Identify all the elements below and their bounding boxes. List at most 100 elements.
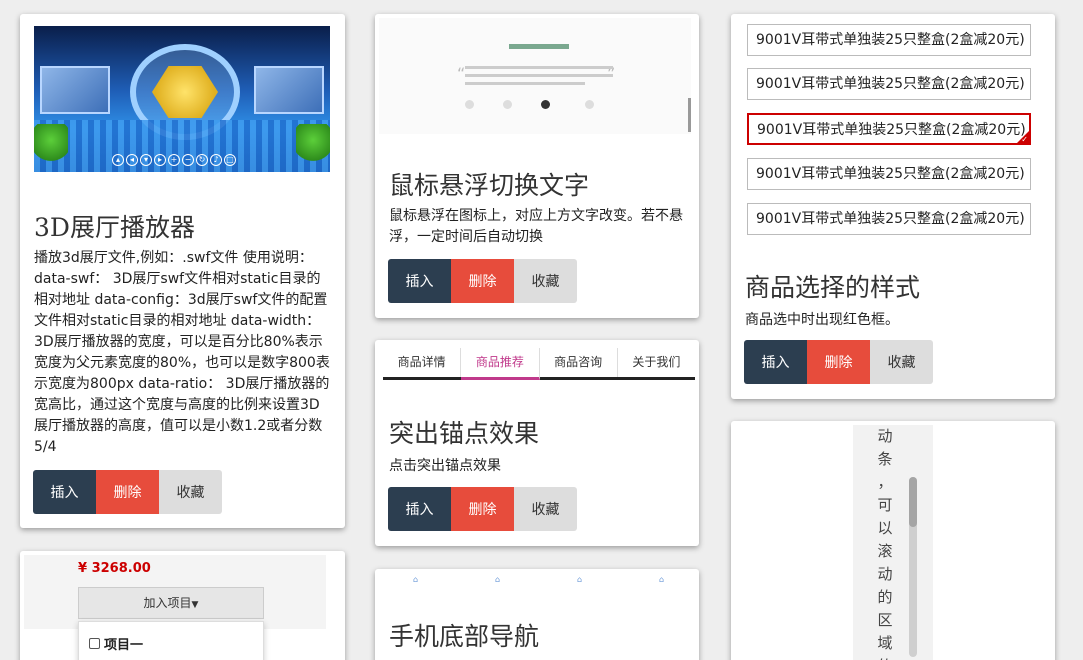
- hall-screen-right: [254, 66, 324, 114]
- card-description: 点击突出锚点效果: [389, 458, 501, 474]
- card-price-dropdown: ¥ 3268.00 加入项目▼ 项目一: [20, 551, 345, 660]
- plant-left: [34, 124, 68, 164]
- nav-category-icon[interactable]: ⌂: [495, 575, 500, 584]
- scroll-char: 滚: [877, 542, 893, 560]
- testimonial-preview[interactable]: “ ”: [379, 18, 691, 134]
- favorite-button[interactable]: 收藏: [870, 340, 933, 384]
- menu-item[interactable]: 项目一: [89, 634, 143, 653]
- option-label: 9001V耳带式单独装25只整盒(2盒减20元): [756, 166, 1025, 182]
- scroll-char: 动: [877, 427, 893, 445]
- scrollbar-thumb[interactable]: [909, 477, 917, 527]
- option-label: 9001V耳带式单独装25只整盒(2盒减20元): [756, 76, 1025, 92]
- fullscreen-icon[interactable]: □: [224, 154, 236, 166]
- insert-button[interactable]: 插入: [388, 487, 451, 531]
- avatar[interactable]: [541, 100, 550, 109]
- insert-button[interactable]: 插入: [744, 340, 807, 384]
- delete-button[interactable]: 删除: [96, 470, 159, 514]
- tab-product-inquiry[interactable]: 商品咨询: [540, 348, 618, 377]
- nav-preview: ⌂ ⌂ ⌂ ⌂: [379, 573, 695, 589]
- product-option[interactable]: 9001V耳带式单独装25只整盒(2盒减20元): [747, 68, 1031, 100]
- avatar[interactable]: [465, 100, 474, 109]
- scroll-char: 动: [877, 565, 893, 583]
- tab-product-recommend[interactable]: 商品推荐: [461, 348, 540, 380]
- scroll-char: 的: [875, 655, 895, 660]
- card-title: 3D展厅播放器: [34, 213, 195, 242]
- tab-product-detail[interactable]: 商品详情: [383, 348, 462, 377]
- action-button-group: 插入 删除 收藏: [744, 340, 933, 384]
- dropdown-menu: 项目一: [78, 621, 264, 660]
- card-anchor-highlight: 商品详情 商品推荐 商品咨询 关于我们 突出锚点效果 点击突出锚点效果 插入 删…: [375, 340, 699, 546]
- delete-button[interactable]: 删除: [451, 487, 514, 531]
- nav-home-icon[interactable]: ⌂: [413, 575, 418, 584]
- sound-icon[interactable]: ♪: [210, 154, 222, 166]
- card-vertical-scroll: 动条，可以滚动的区域的: [731, 421, 1055, 660]
- card-description: 商品选中时出现红色框。: [745, 312, 899, 328]
- hall-preview-image[interactable]: ▴ ◂ ▾ ▸ + − ↻ ♪ □: [34, 26, 330, 172]
- scroll-char: 条: [877, 450, 893, 468]
- tab-about-us[interactable]: 关于我们: [618, 348, 695, 377]
- preview-heading: [509, 44, 569, 49]
- card-hover-switch: “ ” 鼠标悬浮切换文字 鼠标悬浮在图标上，对应上方文字改变。若不悬浮，一定时间…: [375, 14, 699, 318]
- card-description: 播放3d展厅文件,例如：.swf文件 使用说明：data-swf： 3D展厅sw…: [34, 250, 330, 455]
- scroll-char: 的: [877, 588, 893, 606]
- zoom-in-icon[interactable]: +: [168, 154, 180, 166]
- card-mobile-nav: ⌂ ⌂ ⌂ ⌂ 手机底部导航: [375, 569, 699, 660]
- hall-screen-left: [40, 66, 110, 114]
- favorite-button[interactable]: 收藏: [159, 470, 222, 514]
- option-label: 9001V耳带式单独装25只整盒(2盒减20元): [756, 211, 1025, 227]
- scrollbar-track[interactable]: [909, 477, 917, 657]
- delete-button[interactable]: 删除: [807, 340, 870, 384]
- zoom-out-icon[interactable]: −: [182, 154, 194, 166]
- nav-down-icon[interactable]: ▾: [140, 154, 152, 166]
- preview-line: [465, 82, 585, 85]
- delete-button[interactable]: 删除: [451, 259, 514, 303]
- preview-line: [465, 66, 613, 69]
- card-title: 手机底部导航: [389, 622, 540, 651]
- price-label: ¥ 3268.00: [78, 561, 151, 576]
- nav-user-icon[interactable]: ⌂: [659, 575, 664, 584]
- auto-rotate-icon[interactable]: ↻: [196, 154, 208, 166]
- action-button-group: 插入 删除 收藏: [388, 259, 577, 303]
- action-button-group: 插入 删除 收藏: [388, 487, 577, 531]
- nav-cart-icon[interactable]: ⌂: [577, 575, 582, 584]
- option-label: 9001V耳带式单独装25只整盒(2盒减20元): [756, 32, 1025, 48]
- insert-button[interactable]: 插入: [388, 259, 451, 303]
- caret-down-icon: ▼: [191, 600, 199, 610]
- nav-left-icon[interactable]: ◂: [126, 154, 138, 166]
- option-label: 9001V耳带式单独装25只整盒(2盒减20元): [757, 122, 1026, 138]
- favorite-button[interactable]: 收藏: [514, 259, 577, 303]
- favorite-button[interactable]: 收藏: [514, 487, 577, 531]
- checkbox[interactable]: [89, 638, 100, 649]
- avatar[interactable]: [585, 100, 594, 109]
- scroll-area[interactable]: 动条，可以滚动的区域的: [853, 425, 933, 660]
- card-title: 突出锚点效果: [389, 419, 540, 448]
- nav-right-icon[interactable]: ▸: [154, 154, 166, 166]
- avatar[interactable]: [503, 100, 512, 109]
- preview-line: [465, 74, 613, 77]
- product-option[interactable]: 9001V耳带式单独装25只整盒(2盒减20元): [747, 24, 1031, 56]
- card-3d-hall: ▴ ◂ ▾ ▸ + − ↻ ♪ □ 3D展厅播放器 播放3d展厅文件,例如：.s…: [20, 14, 345, 528]
- plant-right: [296, 124, 330, 164]
- tab-bar: 商品详情 商品推荐 商品咨询 关于我们: [383, 348, 695, 380]
- insert-button[interactable]: 插入: [33, 470, 96, 514]
- product-option[interactable]: 9001V耳带式单独装25只整盒(2盒减20元): [747, 158, 1031, 190]
- scroll-char: 区: [877, 611, 893, 629]
- check-icon: ✓: [1021, 135, 1028, 144]
- product-option[interactable]: 9001V耳带式单独装25只整盒(2盒减20元): [747, 203, 1031, 235]
- hall-controls: ▴ ◂ ▾ ▸ + − ↻ ♪ □: [112, 154, 236, 166]
- menu-item-label: 项目一: [104, 638, 144, 653]
- card-title: 商品选择的样式: [745, 273, 921, 302]
- scroll-char: 可: [877, 496, 893, 514]
- product-option-selected[interactable]: 9001V耳带式单独装25只整盒(2盒减20元) ✓: [747, 113, 1031, 145]
- scroll-char: 域: [877, 634, 893, 652]
- add-project-dropdown[interactable]: 加入项目▼: [78, 587, 264, 619]
- nav-up-icon[interactable]: ▴: [112, 154, 124, 166]
- preview-scrollbar[interactable]: [688, 98, 691, 132]
- card-description: 鼠标悬浮在图标上，对应上方文字改变。若不悬浮，一定时间后自动切换: [389, 208, 683, 245]
- action-button-group: 插入 删除 收藏: [33, 470, 222, 514]
- card-product-select: 9001V耳带式单独装25只整盒(2盒减20元) 9001V耳带式单独装25只整…: [731, 14, 1055, 399]
- scroll-char: 以: [877, 519, 893, 537]
- scroll-char: ，: [877, 473, 893, 491]
- card-title: 鼠标悬浮切换文字: [389, 171, 590, 200]
- scroll-text: 动条，可以滚动的区域的: [875, 425, 895, 660]
